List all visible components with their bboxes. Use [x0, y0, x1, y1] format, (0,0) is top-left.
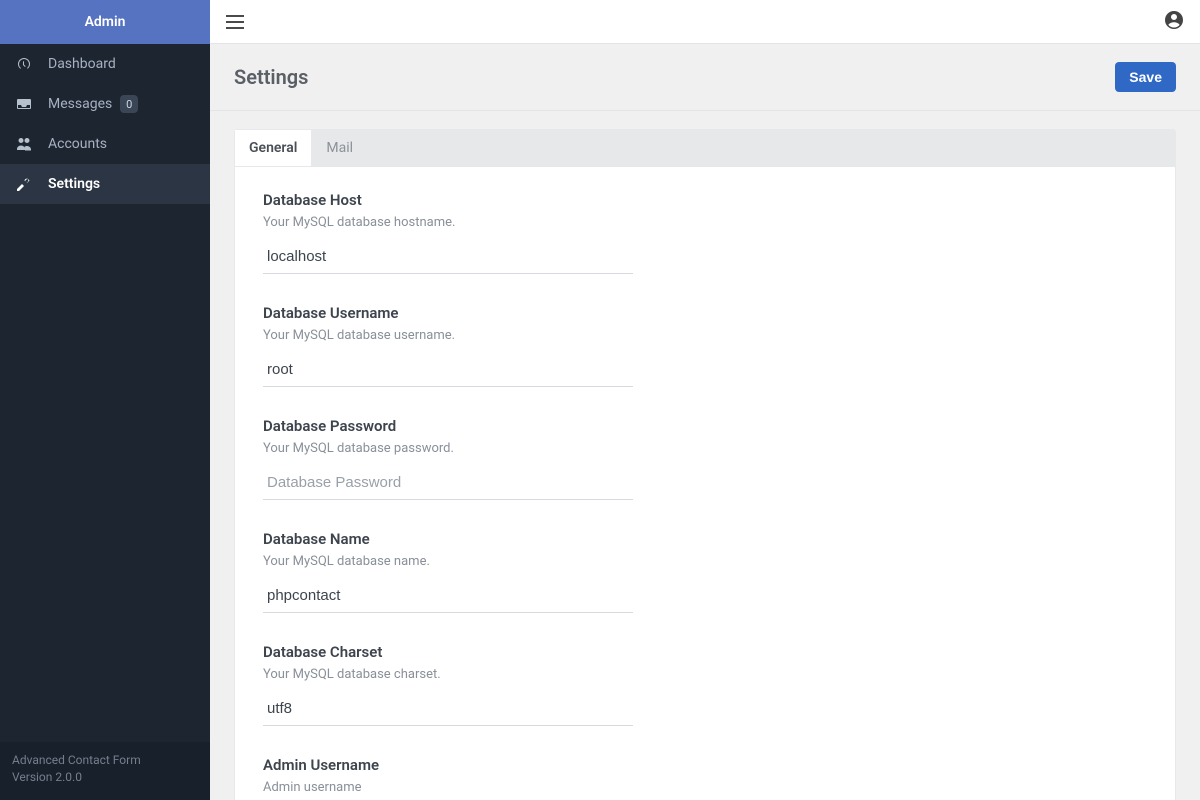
page-title: Settings — [234, 65, 308, 89]
tab-general[interactable]: General — [235, 130, 312, 166]
tools-icon — [16, 176, 38, 192]
sidebar-item-label: Dashboard — [48, 56, 116, 72]
user-circle-icon[interactable] — [1164, 10, 1184, 34]
field-db-password: Database Password Your MySQL database pa… — [263, 417, 633, 500]
field-label: Database Charset — [263, 643, 633, 661]
sidebar-brand-label: Admin — [85, 14, 126, 30]
sidebar-item-settings[interactable]: Settings — [0, 164, 210, 204]
sidebar-item-dashboard[interactable]: Dashboard — [0, 44, 210, 84]
sidebar-item-label: Settings — [48, 176, 100, 192]
sidebar-brand[interactable]: Admin — [0, 0, 210, 44]
db-host-input[interactable] — [263, 240, 633, 274]
users-icon — [16, 136, 38, 152]
field-help: Your MySQL database name. — [263, 554, 633, 569]
db-username-input[interactable] — [263, 353, 633, 387]
field-db-username: Database Username Your MySQL database us… — [263, 304, 633, 387]
field-label: Database Username — [263, 304, 633, 322]
field-help: Your MySQL database hostname. — [263, 215, 633, 230]
sidebar-item-label: Messages — [48, 96, 112, 112]
sidebar: Admin Dashboard Messages 0 Accounts — [0, 0, 210, 800]
gauge-icon — [16, 56, 38, 72]
sidebar-nav: Dashboard Messages 0 Accounts Settings — [0, 44, 210, 742]
db-charset-input[interactable] — [263, 692, 633, 726]
tab-body-general: Database Host Your MySQL database hostna… — [235, 167, 1175, 800]
field-label: Admin Username — [263, 756, 633, 774]
footer-version: Version 2.0.0 — [12, 769, 198, 786]
field-help: Your MySQL database username. — [263, 328, 633, 343]
field-db-charset: Database Charset Your MySQL database cha… — [263, 643, 633, 726]
inbox-icon — [16, 96, 38, 112]
sidebar-footer: Advanced Contact Form Version 2.0.0 — [0, 742, 210, 800]
field-label: Database Password — [263, 417, 633, 435]
sidebar-item-messages[interactable]: Messages 0 — [0, 84, 210, 124]
tabs-header: General Mail — [235, 130, 1175, 167]
field-admin-username: Admin Username Admin username — [263, 756, 633, 800]
field-help: Your MySQL database password. — [263, 441, 633, 456]
field-db-host: Database Host Your MySQL database hostna… — [263, 191, 633, 274]
topbar — [210, 0, 1200, 44]
tabs-card: General Mail Database Host Your MySQL da… — [234, 129, 1176, 800]
hamburger-icon[interactable] — [226, 15, 244, 29]
field-label: Database Name — [263, 530, 633, 548]
db-name-input[interactable] — [263, 579, 633, 613]
db-password-input[interactable] — [263, 466, 633, 500]
page-header: Settings Save — [210, 44, 1200, 111]
main: Settings Save General Mail Database Host… — [210, 0, 1200, 800]
footer-app-name: Advanced Contact Form — [12, 752, 198, 769]
field-db-name: Database Name Your MySQL database name. — [263, 530, 633, 613]
sidebar-item-label: Accounts — [48, 136, 107, 152]
tab-label: General — [249, 140, 297, 156]
tab-label: Mail — [326, 140, 353, 156]
sidebar-item-accounts[interactable]: Accounts — [0, 124, 210, 164]
content: General Mail Database Host Your MySQL da… — [210, 111, 1200, 800]
field-label: Database Host — [263, 191, 633, 209]
messages-badge: 0 — [120, 95, 138, 113]
field-help: Your MySQL database charset. — [263, 667, 633, 682]
save-button[interactable]: Save — [1115, 62, 1176, 92]
field-help: Admin username — [263, 780, 633, 795]
tab-mail[interactable]: Mail — [312, 130, 367, 166]
